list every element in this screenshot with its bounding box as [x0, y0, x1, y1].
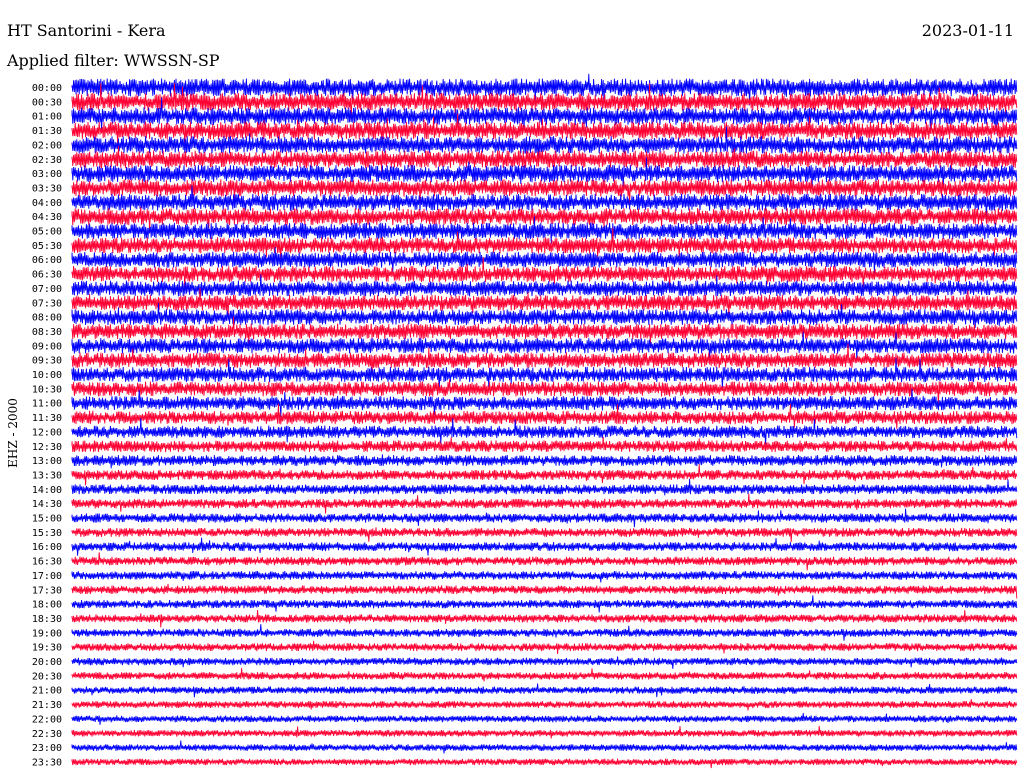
time-label: 18:00 — [32, 600, 62, 611]
time-label: 03:00 — [32, 169, 62, 180]
time-label: 16:30 — [32, 557, 62, 568]
time-label: 22:00 — [32, 714, 62, 725]
time-label: 11:30 — [32, 413, 62, 424]
time-label: 05:00 — [32, 227, 62, 238]
trace-2200 — [71, 712, 1018, 725]
trace-2000 — [71, 656, 1018, 669]
time-label: 21:30 — [32, 700, 62, 711]
time-label: 22:30 — [32, 729, 62, 740]
trace-1500 — [71, 508, 1018, 528]
time-label: 06:00 — [32, 255, 62, 266]
trace-1400 — [71, 478, 1018, 496]
time-label: 20:00 — [32, 657, 62, 668]
time-label: 08:30 — [32, 327, 62, 338]
trace-2130 — [71, 698, 1018, 711]
time-label: 04:00 — [32, 198, 62, 209]
time-label: 15:30 — [32, 528, 62, 539]
time-label: 13:30 — [32, 470, 62, 481]
time-label: 18:30 — [32, 614, 62, 625]
time-label: 03:30 — [32, 183, 62, 194]
time-label: 04:30 — [32, 212, 62, 223]
trace-1330 — [71, 464, 1018, 486]
trace-1530 — [71, 527, 1018, 543]
trace-2300 — [71, 740, 1018, 754]
trace-group — [71, 73, 1018, 769]
trace-1430 — [71, 493, 1018, 514]
time-label: 19:00 — [32, 628, 62, 639]
trace-2330 — [71, 758, 1018, 769]
time-label: 12:30 — [32, 442, 62, 453]
time-label: 00:30 — [32, 97, 62, 108]
time-label: 14:30 — [32, 499, 62, 510]
trace-1930 — [71, 640, 1018, 655]
time-label-group: 00:00 00:30 01:00 01:30 02:00 02:30 03:00 03:30… — [32, 83, 62, 768]
time-label: 17:00 — [32, 571, 62, 582]
time-label: 02:00 — [32, 140, 62, 151]
trace-1830 — [71, 609, 1018, 628]
time-label: 07:00 — [32, 284, 62, 295]
time-label: 10:00 — [32, 370, 62, 381]
time-label: 05:30 — [32, 241, 62, 252]
time-label: 16:00 — [32, 542, 62, 553]
time-label: 01:30 — [32, 126, 62, 137]
time-label: 23:30 — [32, 757, 62, 768]
trace-1700 — [71, 571, 1018, 583]
trace-1630 — [71, 552, 1018, 571]
trace-1230 — [71, 436, 1018, 453]
time-label: 14:00 — [32, 485, 62, 496]
time-label: 10:30 — [32, 384, 62, 395]
helicorder-plot: 00:00 00:30 01:00 01:30 02:00 02:30 03:00 03:30… — [32, 73, 1018, 769]
time-label: 01:00 — [32, 112, 62, 123]
time-label: 11:00 — [32, 399, 62, 410]
time-label: 19:30 — [32, 643, 62, 654]
trace-1800 — [71, 595, 1018, 613]
time-label: 09:00 — [32, 341, 62, 352]
time-label: 09:30 — [32, 356, 62, 367]
time-label: 12:00 — [32, 427, 62, 438]
time-label: 06:30 — [32, 270, 62, 281]
trace-1900 — [71, 624, 1018, 641]
time-label: 02:30 — [32, 155, 62, 166]
trace-2100 — [71, 683, 1018, 698]
time-label: 07:30 — [32, 298, 62, 309]
time-label: 00:00 — [32, 83, 62, 94]
trace-2030 — [71, 668, 1018, 682]
time-label: 08:00 — [32, 313, 62, 324]
trace-1300 — [71, 454, 1018, 469]
trace-1730 — [71, 583, 1018, 599]
time-label: 13:00 — [32, 456, 62, 467]
trace-1600 — [71, 537, 1018, 556]
time-label: 17:30 — [32, 585, 62, 596]
time-label: 15:00 — [32, 514, 62, 525]
time-label: 23:00 — [32, 743, 62, 754]
time-label: 21:00 — [32, 686, 62, 697]
trace-2230 — [71, 725, 1018, 739]
time-label: 20:30 — [32, 671, 62, 682]
